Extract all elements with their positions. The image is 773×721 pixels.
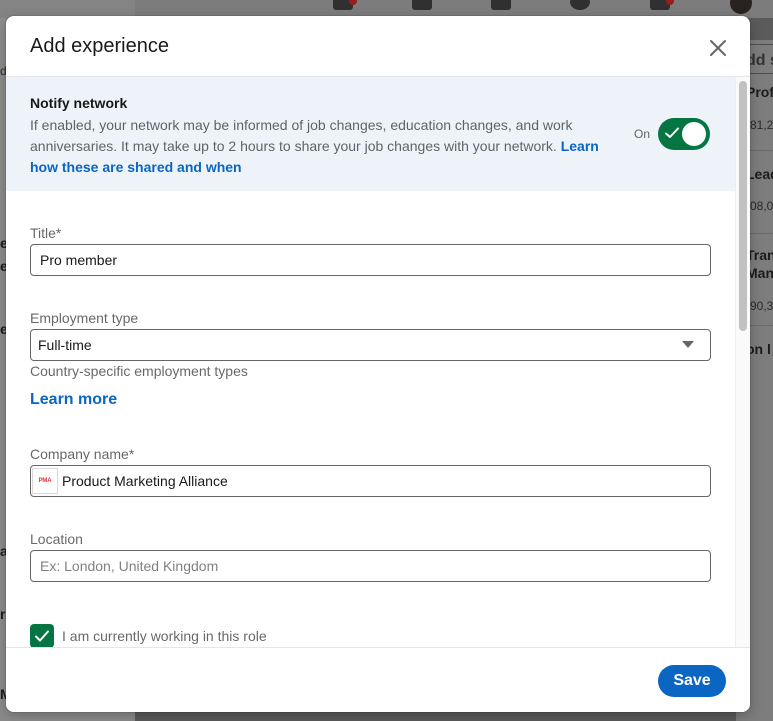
notify-network-toggle[interactable]	[658, 118, 710, 150]
company-logo: PMA	[32, 468, 58, 494]
background-text: Tran	[746, 247, 773, 263]
current-role-label: I am currently working in this role	[62, 628, 267, 644]
background-text: Lead	[746, 166, 773, 182]
background-text: 90,3	[750, 299, 773, 313]
jobs-icon	[491, 0, 511, 10]
title-label: Title*	[30, 225, 62, 241]
location-input[interactable]: Ex: London, United Kingdom	[30, 550, 711, 582]
background-text: Prof	[746, 84, 773, 100]
notify-title: Notify network	[30, 95, 128, 111]
employment-type-select[interactable]: Full-time	[30, 329, 711, 361]
checkmark-icon	[665, 127, 679, 138]
notify-network-banner: Notify network If enabled, your network …	[6, 77, 735, 191]
scrollbar[interactable]	[735, 77, 750, 647]
modal-body[interactable]: Notify network If enabled, your network …	[6, 77, 735, 647]
network-icon	[412, 0, 432, 10]
background-text: 81,2	[750, 118, 773, 132]
modal-header: Add experience	[6, 16, 750, 77]
scrollbar-thumb[interactable]	[739, 81, 747, 331]
close-button[interactable]	[702, 32, 734, 64]
employment-type-value: Full-time	[38, 337, 92, 353]
modal-footer: Save	[6, 647, 750, 712]
background-text: dd s	[746, 52, 773, 69]
employment-helper-text: Country-specific employment types	[30, 363, 248, 379]
toggle-state-label: On	[634, 127, 651, 141]
company-name-value: Product Marketing Alliance	[62, 473, 228, 489]
company-name-label: Company name*	[30, 446, 135, 462]
toggle-knob	[682, 122, 706, 146]
close-icon	[710, 40, 726, 56]
background-text: Mana	[746, 265, 773, 281]
background-text: 08,0	[750, 199, 773, 213]
title-input[interactable]: Pro member	[30, 244, 711, 276]
save-button[interactable]: Save	[658, 665, 726, 697]
learn-more-link[interactable]: Learn more	[30, 391, 117, 409]
notify-text: If enabled, your network may be informed…	[30, 117, 573, 154]
dropdown-arrow-icon	[682, 341, 694, 348]
employment-type-label: Employment type	[30, 310, 139, 326]
add-experience-modal: Add experience Notify network If enabled…	[6, 16, 750, 712]
company-logo-text: PMA	[38, 478, 52, 484]
location-placeholder: Ex: London, United Kingdom	[40, 558, 219, 574]
notify-description: If enabled, your network may be informed…	[30, 115, 630, 178]
current-role-checkbox[interactable]	[30, 624, 54, 647]
title-input-value: Pro member	[40, 252, 118, 268]
company-name-input[interactable]: PMA Product Marketing Alliance	[30, 465, 711, 497]
location-label: Location	[30, 531, 83, 547]
checkmark-icon	[35, 630, 49, 642]
modal-title: Add experience	[30, 35, 169, 57]
